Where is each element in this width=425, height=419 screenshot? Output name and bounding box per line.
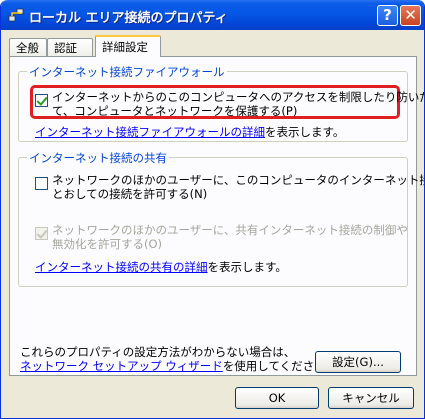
allow-control-label-line2: 無効化を許可する(O) [52, 237, 163, 251]
footer-note-line2: ネットワーク セットアップ ウィザードを使用してください。 [20, 359, 337, 373]
window-title: ローカル エリア接続のプロパティ [29, 11, 228, 26]
firewall-group-title: インターネット接続ファイアウォール [27, 64, 227, 80]
advanced-tab-panel: インターネット接続ファイアウォール インターネットからのこのコンピュータへのアク… [9, 56, 424, 376]
firewall-checkbox[interactable] [35, 94, 48, 107]
allow-control-label-line1: ネットワークのほかのユーザーに、共有インターネット接続の制御や [52, 223, 408, 237]
network-setup-wizard-link[interactable]: ネットワーク セットアップ ウィザード [20, 359, 223, 373]
footer-note-line1: これらのプロパティの設定方法がわからない場合は、 [20, 345, 296, 359]
settings-button[interactable]: 設定(G)... [315, 351, 401, 373]
tab-authentication[interactable]: 認証 [47, 38, 93, 56]
allow-control-checkbox [35, 227, 48, 240]
sharing-details-suffix: を表示します。 [207, 260, 287, 274]
ok-button[interactable]: OK [235, 387, 319, 409]
cancel-button[interactable]: キャンセル [328, 387, 414, 409]
firewall-details-line: インターネット接続ファイアウォールの詳細を表示します。 [35, 125, 344, 139]
close-icon: ✕ [404, 6, 417, 24]
firewall-checkbox-label-line1[interactable]: インターネットからのこのコンピュータへのアクセスを制限したり防いだりし [52, 90, 424, 104]
tab-advanced[interactable]: 詳細設定 [95, 35, 161, 57]
firewall-details-suffix: を表示します。 [265, 125, 345, 139]
help-button[interactable]: ? [377, 5, 398, 26]
allow-sharing-label-line1[interactable]: ネットワークのほかのユーザーに、このコンピュータのインターネット接続を [52, 173, 424, 187]
sharing-group-title: インターネット接続の共有 [27, 150, 169, 166]
allow-sharing-label-line2[interactable]: とおしての接続を許可する(N) [52, 187, 207, 201]
sharing-details-link[interactable]: インターネット接続の共有の詳細 [35, 260, 208, 274]
properties-dialog: ローカル エリア接続のプロパティ ? ✕ 全般 認証 詳細設定 インターネット接… [0, 0, 425, 419]
firewall-checkbox-label-line2[interactable]: て、コンピュータとネットワークを保護する(P) [52, 104, 297, 118]
network-connection-icon [8, 8, 24, 22]
sharing-details-line: インターネット接続の共有の詳細を表示します。 [35, 260, 287, 274]
allow-sharing-checkbox[interactable] [35, 177, 48, 190]
firewall-details-link[interactable]: インターネット接続ファイアウォールの詳細 [35, 125, 265, 139]
help-icon: ? [383, 6, 392, 24]
title-bar[interactable]: ローカル エリア接続のプロパティ ? ✕ [1, 0, 424, 30]
close-button[interactable]: ✕ [400, 5, 421, 26]
tab-general[interactable]: 全般 [9, 38, 47, 56]
